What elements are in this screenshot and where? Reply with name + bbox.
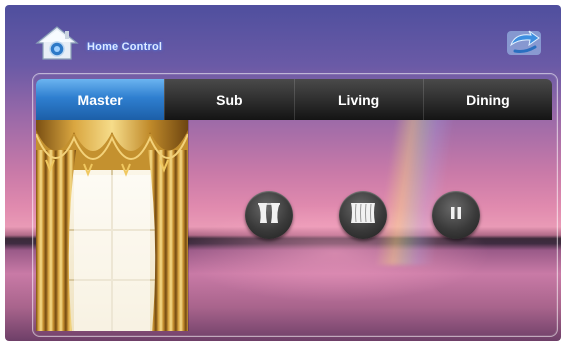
- pause-icon: [448, 205, 464, 226]
- curtain-open-icon: [256, 200, 282, 231]
- back-arrow-icon[interactable]: [505, 29, 543, 57]
- home-control-screen: Home Control Master Sub Living Dining: [5, 5, 561, 341]
- tab-living[interactable]: Living: [293, 79, 423, 120]
- pause-curtain-button[interactable]: [432, 191, 480, 239]
- room-tab-bar: Master Sub Living Dining: [36, 79, 552, 120]
- close-curtain-button[interactable]: [339, 191, 387, 239]
- home-icon[interactable]: [35, 25, 79, 61]
- open-curtain-button[interactable]: [245, 191, 293, 239]
- curtain-image: [36, 120, 189, 331]
- tab-master[interactable]: Master: [36, 79, 165, 120]
- curtain-closed-icon: [349, 200, 377, 231]
- tab-dining[interactable]: Dining: [422, 79, 552, 120]
- app-title: Home Control: [87, 41, 163, 53]
- tab-sub[interactable]: Sub: [164, 79, 293, 120]
